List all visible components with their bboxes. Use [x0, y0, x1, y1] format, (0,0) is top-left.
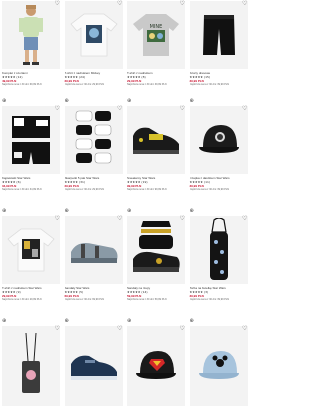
product-image[interactable]	[64, 216, 123, 284]
product-card[interactable]: ♡	[0, 325, 63, 413]
lowest-price-note: Najniższa cena z 30 dni: 39,99 PLN	[189, 188, 230, 191]
grey-sandals-icon	[70, 243, 118, 263]
product-image[interactable]	[2, 216, 61, 284]
product-card[interactable]: ♡	[125, 325, 188, 413]
product-card[interactable]: ♡ T-shirt z nadrukiem Star Wars ★★★★★ (9…	[0, 215, 63, 325]
add-to-cart-icon[interactable]: ⊕	[127, 318, 133, 324]
heart-icon[interactable]: ♡	[242, 1, 248, 7]
product-image[interactable]	[64, 106, 123, 174]
lowest-price-note: Najniższa cena z 30 dni: 69,99 PLN	[2, 83, 42, 86]
lowest-price-note: Najniższa cena z 30 dni: 29,99 PLN	[64, 188, 105, 191]
superman-cap-icon	[136, 351, 177, 379]
sneakers-icon	[133, 127, 180, 154]
heart-icon[interactable]: ♡	[55, 1, 61, 7]
mickey-cap-icon	[198, 351, 239, 379]
product-image[interactable]	[127, 216, 186, 284]
product-image[interactable]	[189, 106, 248, 174]
heart-icon[interactable]: ♡	[180, 1, 186, 7]
boy-outfit-icon	[19, 5, 44, 65]
product-card[interactable]: ♡ Sneakersy Star Wars ★★★★★ (19) 99,99 P…	[125, 105, 188, 215]
product-card[interactable]: ♡ Kąpielówki Star Wars ★★★★★ (6) 34,99 P…	[0, 105, 63, 215]
heart-icon[interactable]: ♡	[117, 106, 123, 112]
add-to-cart-icon[interactable]: ⊕	[65, 98, 71, 104]
white-tshirt-icon	[70, 13, 118, 57]
heart-icon[interactable]: ♡	[117, 1, 123, 7]
product-card[interactable]: ♡	[188, 325, 251, 413]
heart-icon[interactable]: ♡	[180, 106, 186, 112]
heart-icon[interactable]: ♡	[242, 326, 248, 332]
heart-icon[interactable]: ♡	[117, 326, 123, 332]
product-card[interactable]: ♡ Skarpetki 5 pak Star Wars ★★★★★ (31) 2…	[63, 105, 126, 215]
lowest-price-note: Najniższa cena z 30 dni: 59,99 PLN	[127, 298, 167, 301]
heart-icon[interactable]: ♡	[242, 106, 248, 112]
swim-shorts-icon	[12, 116, 51, 164]
add-to-cart-icon[interactable]: ⊕	[2, 318, 8, 324]
lowest-price-note: Najniższa cena z 30 dni: 29,99 PLN	[2, 298, 42, 301]
heart-icon[interactable]: ♡	[180, 216, 186, 222]
grey-tshirt-icon: MINE	[133, 14, 180, 56]
heart-icon[interactable]: ♡	[55, 106, 61, 112]
product-image[interactable]	[2, 1, 61, 69]
lowest-price-note: Najniższa cena z 30 dni: 39,99 PLN	[189, 83, 230, 86]
bottle-bag-icon	[209, 218, 228, 280]
lowest-price-note: Najniższa cena z 30 dni: 29,99 PLN	[64, 83, 105, 86]
add-to-cart-icon[interactable]: ⊕	[127, 208, 133, 214]
lowest-price-note: Najniższa cena z 30 dni: 34,99 PLN	[2, 188, 42, 191]
lowest-price-note: Najniższa cena z 30 dni: 99,99 PLN	[127, 188, 167, 191]
heart-icon[interactable]: ♡	[117, 216, 123, 222]
product-image[interactable]	[189, 326, 248, 406]
product-image[interactable]	[189, 216, 248, 284]
add-to-cart-icon[interactable]: ⊕	[190, 318, 196, 324]
black-cap-icon	[198, 125, 239, 153]
product-card[interactable]: ♡ Szorty dresowe ★★★★★ (15) 39,99 PLN Na…	[188, 0, 251, 105]
product-image[interactable]	[64, 1, 123, 69]
print-tshirt-icon	[7, 228, 55, 272]
add-to-cart-icon[interactable]: ⊕	[65, 318, 71, 324]
product-card[interactable]: ♡ Torba na butelkę Star Wars ★★★★★ (3) 3…	[188, 215, 251, 325]
lowest-price-note: Najniższa cena z 30 dni: 39,99 PLN	[189, 298, 230, 301]
lowest-price-note: Najniższa cena z 30 dni: 39,99 PLN	[127, 83, 167, 86]
black-shorts-icon	[202, 15, 235, 55]
navy-sneaker-icon	[70, 355, 117, 380]
svg-text:MINE: MINE	[150, 24, 163, 30]
socks-pack-icon	[75, 110, 112, 164]
add-to-cart-icon[interactable]: ⊕	[190, 208, 196, 214]
product-card[interactable]: ♡ Sandały Star Wars ★★★★★ (5) 69,99 PLN …	[63, 215, 126, 325]
heart-icon[interactable]: ♡	[55, 216, 61, 222]
add-to-cart-icon[interactable]: ⊕	[2, 98, 8, 104]
product-image[interactable]	[64, 326, 123, 406]
product-card[interactable]: ♡	[63, 325, 126, 413]
product-card[interactable]: ♡ Sandały na rzepy ★★★★★ (14) 59,99 PLN …	[125, 215, 188, 325]
black-sandals-icon	[133, 221, 180, 272]
product-image[interactable]	[127, 326, 186, 406]
product-image[interactable]	[127, 106, 186, 174]
product-image[interactable]: MINE	[127, 1, 186, 69]
lowest-price-note: Najniższa cena z 30 dni: 69,99 PLN	[64, 298, 105, 301]
add-to-cart-icon[interactable]: ⊕	[127, 98, 133, 104]
add-to-cart-icon[interactable]: ⊕	[190, 98, 196, 104]
heart-icon[interactable]: ♡	[242, 216, 248, 222]
product-grid: ♡ Komplet z szortami ★★★★★ (12) 49,99 PL…	[0, 0, 250, 413]
product-image[interactable]	[2, 106, 61, 174]
crossbody-bag-icon	[22, 332, 41, 393]
product-image[interactable]	[2, 326, 61, 406]
product-card[interactable]: ♡ Czapka z daszkiem Star Wars ★★★★★ (11)…	[188, 105, 251, 215]
product-card[interactable]: ♡ Komplet z szortami ★★★★★ (12) 49,99 PL…	[0, 0, 63, 105]
product-card[interactable]: ♡ T-shirt z nadrukiem Mickey ★★★★★ (24) …	[63, 0, 126, 105]
heart-icon[interactable]: ♡	[180, 326, 186, 332]
add-to-cart-icon[interactable]: ⊕	[65, 208, 71, 214]
product-image[interactable]	[189, 1, 248, 69]
add-to-cart-icon[interactable]: ⊕	[2, 208, 8, 214]
heart-icon[interactable]: ♡	[55, 326, 61, 332]
product-card[interactable]: MINE ♡ T-shirt z nadrukiem ★★★★★ (8) 29,…	[125, 0, 188, 105]
